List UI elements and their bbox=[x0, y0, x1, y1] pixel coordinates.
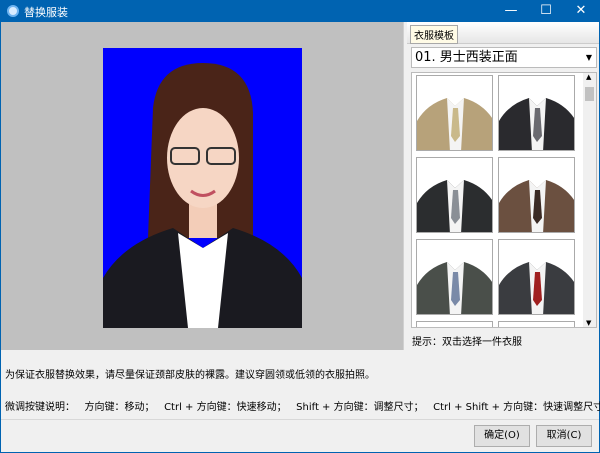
minimize-button[interactable]: — bbox=[496, 0, 526, 22]
tab-strip: 衣服模板 bbox=[407, 22, 599, 44]
maximize-button[interactable]: ☐ bbox=[531, 0, 561, 22]
app-icon bbox=[7, 5, 19, 17]
hint-text: 提示：双击选择一件衣服 bbox=[412, 337, 522, 348]
ok-button[interactable]: 确定(O) bbox=[474, 425, 530, 447]
clothing-thumbnail[interactable] bbox=[498, 239, 575, 315]
tab-clothing-templates[interactable]: 衣服模板 bbox=[410, 25, 458, 44]
dialog-body: 衣服模板 01. 男士西装正面 ▼ ▲ ▼ 提示：双击选择一件衣服 为保证衣服替… bbox=[1, 22, 600, 452]
clothing-thumbnail[interactable] bbox=[498, 157, 575, 233]
cancel-button[interactable]: 取消(C) bbox=[536, 425, 592, 447]
divider bbox=[1, 419, 599, 420]
close-button[interactable]: ✕ bbox=[566, 0, 596, 22]
template-panel: 衣服模板 01. 男士西装正面 ▼ ▲ ▼ 提示：双击选择一件衣服 bbox=[407, 22, 599, 350]
scroll-down-icon[interactable]: ▼ bbox=[586, 319, 591, 327]
category-select-value: 01. 男士西装正面 bbox=[415, 50, 518, 65]
category-select[interactable]: 01. 男士西装正面 ▼ bbox=[411, 47, 597, 68]
instruction-text: 为保证衣服替换效果，请尽量保证颈部皮肤的裸露。建议穿圆领或低领的衣服拍照。 bbox=[5, 370, 375, 381]
portrait-photo[interactable] bbox=[103, 48, 302, 328]
chevron-down-icon: ▼ bbox=[585, 53, 592, 62]
vertical-scrollbar[interactable]: ▲ ▼ bbox=[583, 73, 596, 327]
shortcut-text: 微调按键说明： 方向键：移动； Ctrl + 方向键：快速移动； Shift +… bbox=[5, 402, 600, 413]
scrollbar-thumb[interactable] bbox=[585, 87, 594, 101]
clothing-thumbnail[interactable] bbox=[416, 75, 493, 151]
window-title: 替换服装 bbox=[24, 6, 68, 19]
clothing-thumbnail[interactable] bbox=[416, 157, 493, 233]
clothing-thumbnail[interactable] bbox=[498, 321, 575, 327]
scroll-up-icon[interactable]: ▲ bbox=[586, 73, 591, 81]
clothing-thumbnail[interactable] bbox=[416, 321, 493, 327]
photo-canvas[interactable] bbox=[1, 22, 403, 350]
clothing-thumbnail[interactable] bbox=[498, 75, 575, 151]
title-bar: 替换服装 — ☐ ✕ bbox=[0, 0, 600, 22]
clothing-thumbnail[interactable] bbox=[416, 239, 493, 315]
clothing-thumbnail-grid: ▲ ▼ bbox=[411, 72, 597, 328]
